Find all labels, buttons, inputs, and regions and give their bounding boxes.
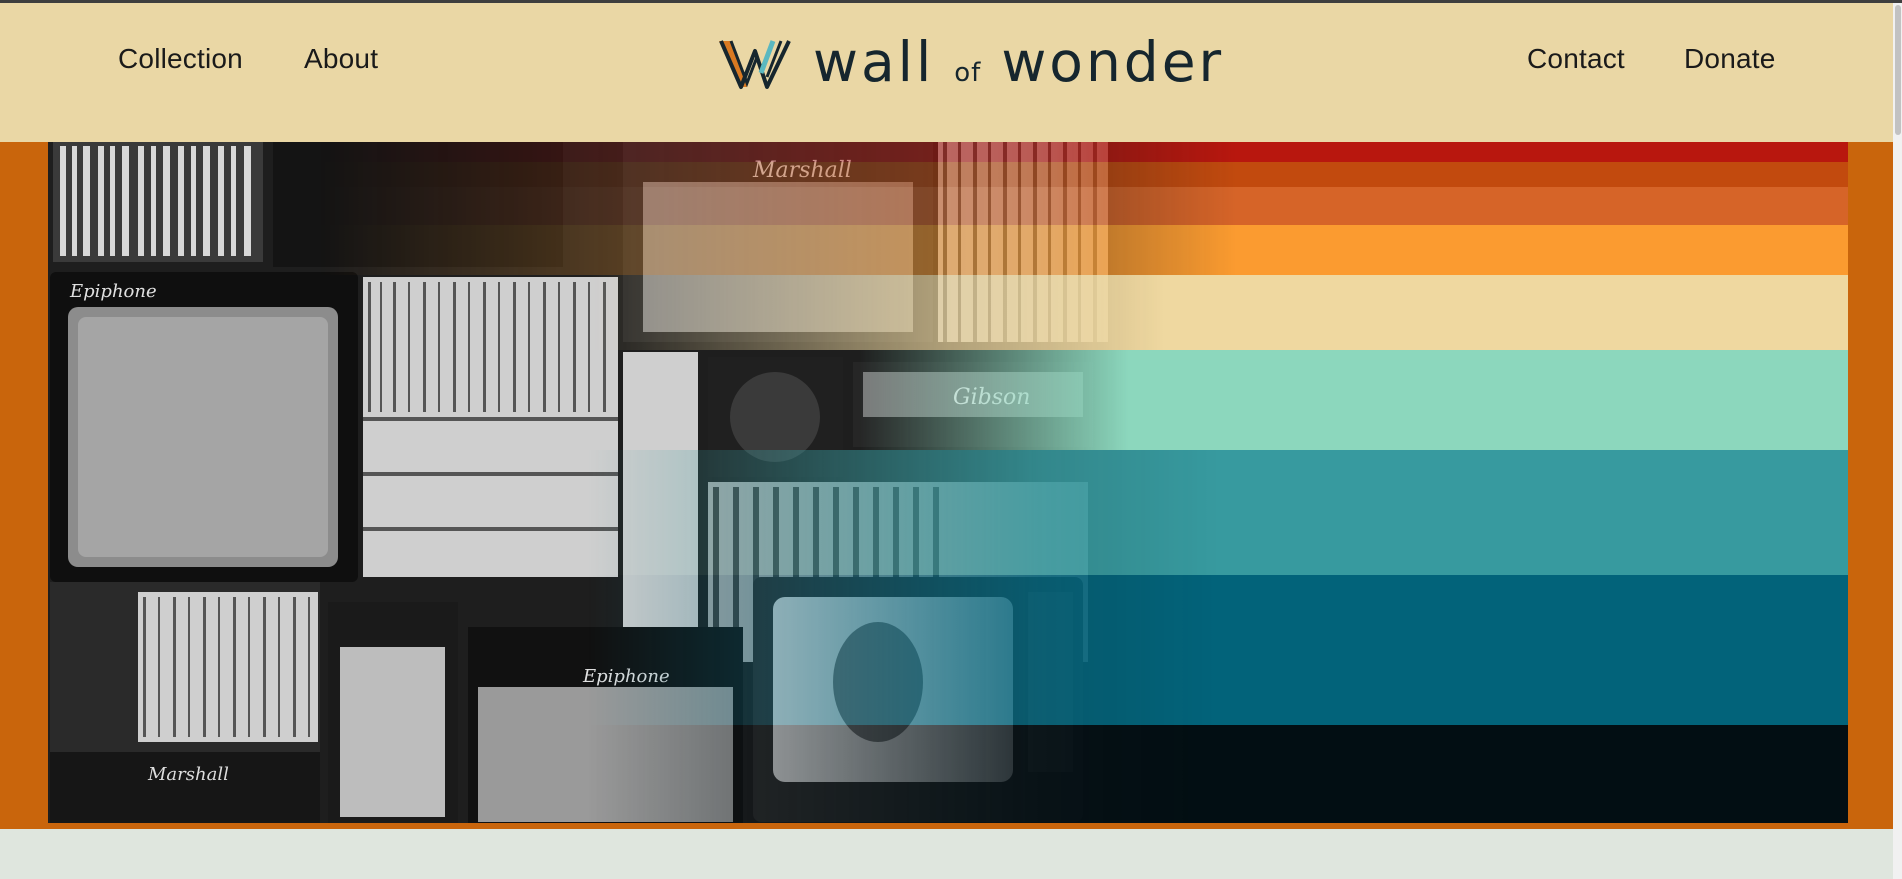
scrollbar-thumb[interactable] [1895, 5, 1901, 135]
nav-link-collection[interactable]: Collection [118, 43, 243, 75]
hero-stripe-8 [48, 575, 1848, 725]
hero-stripe-4 [48, 225, 1848, 275]
hero-banner: Epiphone Marshall [0, 142, 1893, 829]
hero-stripe-3 [48, 187, 1848, 225]
nav-link-donate[interactable]: Donate [1684, 43, 1776, 75]
brand-wordmark[interactable]: wall of wonder [813, 30, 1224, 100]
hero-stripe-1 [48, 142, 1848, 162]
hero-image-frame: Epiphone Marshall [48, 142, 1848, 823]
brand-word-wall: wall [813, 30, 935, 94]
hero-stripe-2 [48, 162, 1848, 187]
nav-link-contact[interactable]: Contact [1527, 43, 1625, 75]
brand-word-of: of [954, 58, 982, 88]
site-header: Collection About wall of wonder Contact … [0, 3, 1893, 142]
hero-stripe-7 [48, 450, 1848, 575]
hero-stripe-5 [48, 275, 1848, 350]
retro-stripes-overlay [48, 142, 1848, 823]
hero-stripe-6 [48, 350, 1848, 450]
page-content-start [0, 829, 1893, 879]
hero-stripe-9 [48, 725, 1848, 823]
brand-word-wonder: wonder [1001, 30, 1225, 94]
wall-of-wonder-logo-icon[interactable] [717, 37, 791, 91]
nav-link-about[interactable]: About [304, 43, 378, 75]
